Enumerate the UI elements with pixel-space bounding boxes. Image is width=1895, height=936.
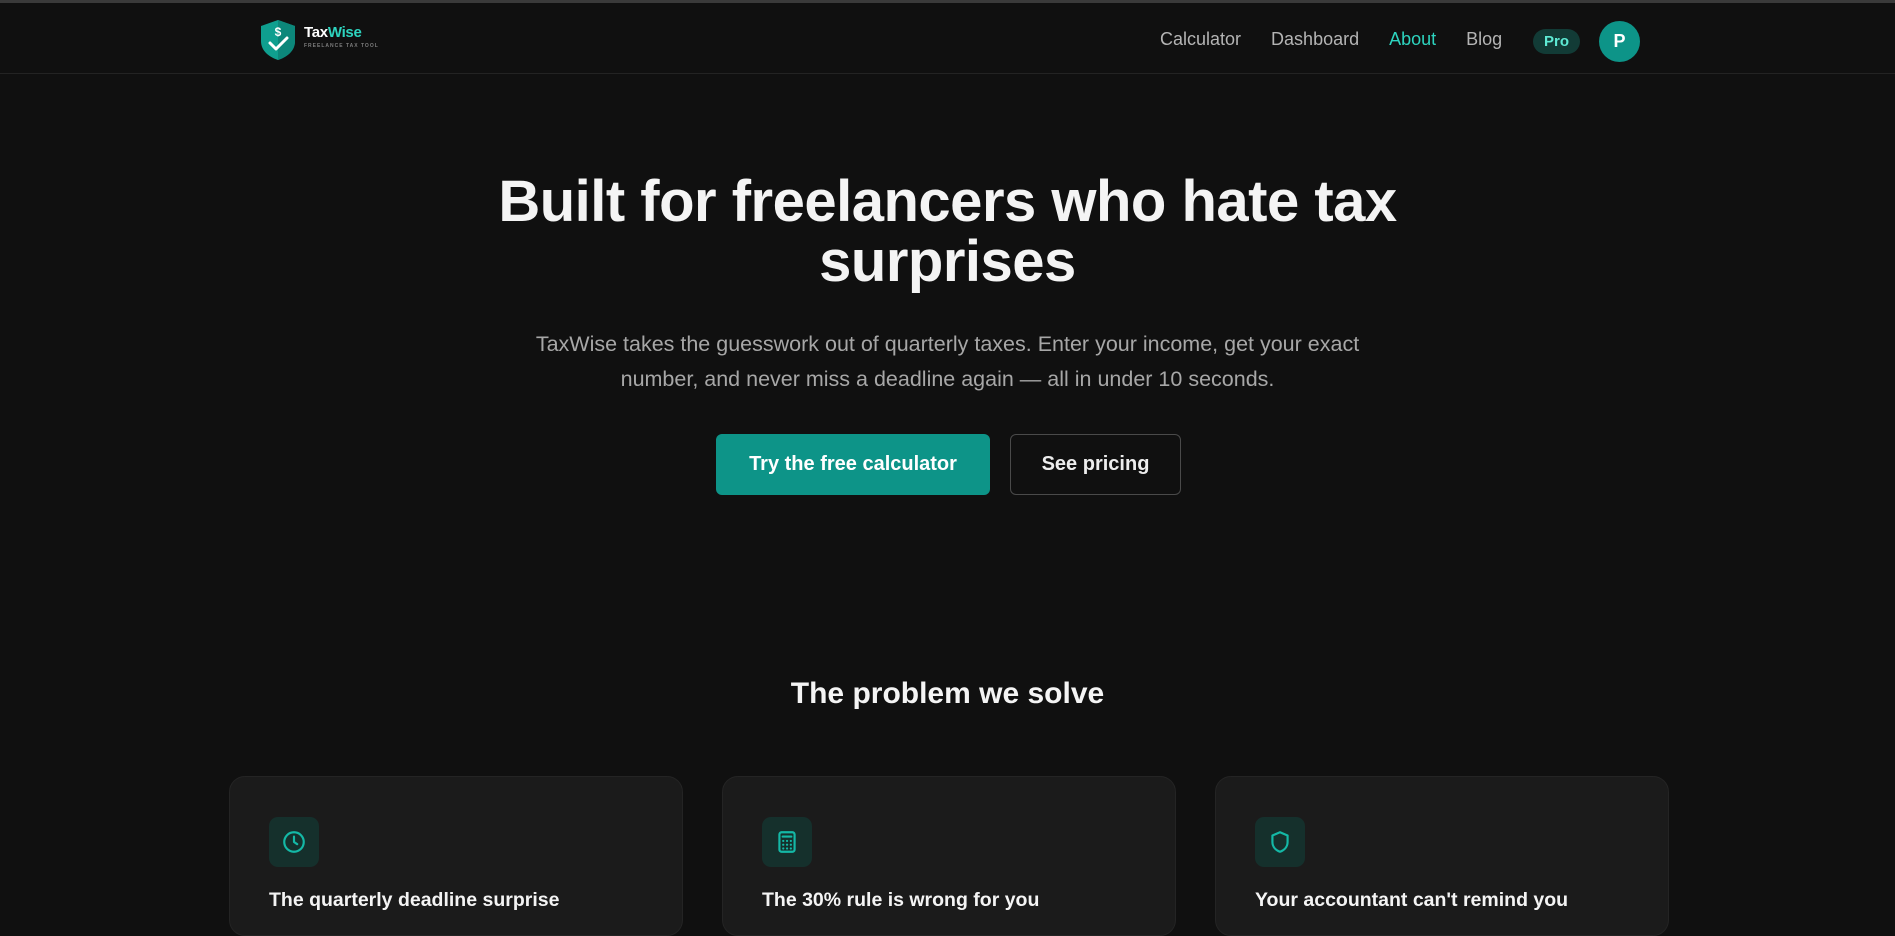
try-calculator-button[interactable]: Try the free calculator: [716, 434, 990, 495]
see-pricing-button[interactable]: See pricing: [1010, 434, 1181, 495]
shield-dollar-logo-icon: $: [261, 20, 295, 60]
problem-section-title: The problem we solve: [790, 677, 1105, 710]
top-navbar: $ TaxWise FREELANCE TAX TOOL Calculator …: [0, 3, 1895, 74]
svg-text:$: $: [275, 25, 282, 39]
pro-badge: Pro: [1533, 29, 1580, 54]
taxwise-logo[interactable]: $ TaxWise FREELANCE TAX TOOL: [258, 19, 379, 61]
brand-name: TaxWise: [304, 24, 362, 41]
clock-icon-box: [269, 817, 319, 867]
user-avatar[interactable]: P: [1599, 21, 1640, 62]
shield-icon: [1271, 831, 1289, 853]
shield-icon-box: [1255, 817, 1305, 867]
brand-tagline: FREELANCE TAX TOOL: [304, 43, 379, 49]
problem-card-30-rule: The 30% rule is wrong for you: [722, 776, 1176, 936]
nav-blog[interactable]: Blog: [1466, 29, 1502, 50]
nav-about[interactable]: About: [1389, 29, 1436, 50]
nav-calculator[interactable]: Calculator: [1160, 29, 1241, 50]
clock-icon: [283, 831, 305, 853]
calculator-icon-box: [762, 817, 812, 867]
hero-title: Built for freelancers who hate tax surpr…: [498, 169, 1397, 294]
hero-subtitle: TaxWise takes the guesswork out of quart…: [535, 332, 1360, 391]
nav-dashboard[interactable]: Dashboard: [1271, 29, 1359, 50]
calculator-icon: [778, 831, 796, 853]
problem-card-deadline: The quarterly deadline surprise: [229, 776, 683, 936]
main-nav: Calculator Dashboard About Blog: [1160, 29, 1519, 50]
problem-card-accountant: Your accountant can't remind you: [1215, 776, 1669, 936]
